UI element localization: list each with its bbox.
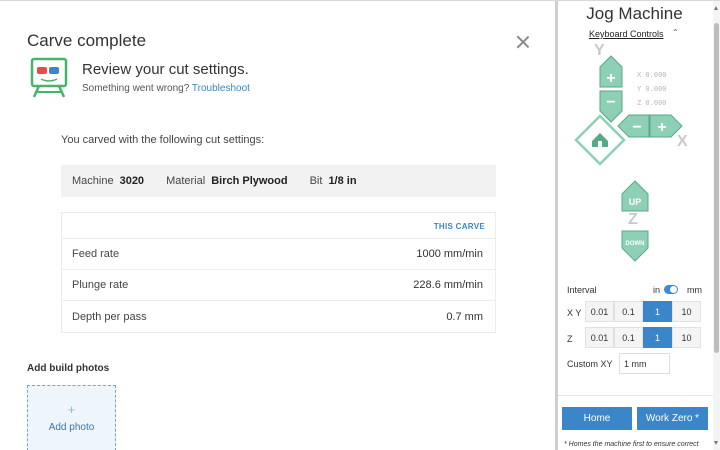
bit-label: Bit — [309, 175, 323, 187]
table-row: Depth per pass 0.7 mm — [62, 301, 495, 332]
jog-x-minus-button[interactable]: − — [617, 114, 650, 138]
machine-label: Machine — [72, 175, 114, 187]
troubleshoot-row: Something went wrong? Troubleshoot — [82, 83, 250, 94]
xy-step-selector: 0.01 0.1 1 10 — [585, 301, 701, 322]
row-value: 0.7 mm — [446, 310, 483, 323]
jog-z-up-button[interactable]: UP — [621, 180, 649, 212]
cut-settings-summary: Machine 3020 Material Birch Plywood Bit … — [61, 165, 496, 197]
z-step-selector: 0.01 0.1 1 10 — [585, 327, 701, 348]
easel-icon — [30, 57, 68, 98]
jog-z-down-button[interactable]: DOWN — [621, 230, 649, 262]
row-value: 228.6 mm/min — [413, 279, 483, 291]
z-down-label: DOWN — [626, 241, 645, 247]
table-row: Plunge rate 228.6 mm/min — [62, 270, 495, 301]
z-step-option[interactable]: 10 — [672, 327, 701, 348]
material-label: Material — [166, 175, 206, 187]
xy-step-label: X Y — [567, 308, 582, 318]
app-window: Carve complete Review your cut settings.… — [0, 0, 720, 450]
carved-text: You carved with the following cut settin… — [61, 134, 265, 146]
review-title: Review your cut settings. — [82, 61, 249, 78]
table-header-this-carve: THIS CARVE — [62, 213, 495, 239]
bit-value: 1/8 in — [328, 175, 357, 187]
home-note: * Homes the machine first to ensure corr… — [564, 441, 699, 448]
z-step-option[interactable]: 0.1 — [614, 327, 643, 348]
row-label: Depth per pass — [72, 310, 147, 323]
row-label: Feed rate — [72, 248, 120, 260]
row-label: Plunge rate — [72, 279, 129, 291]
interval-label: Interval — [567, 285, 597, 295]
scroll-down-icon[interactable] — [714, 441, 718, 445]
close-icon[interactable] — [515, 34, 531, 50]
machine-value: 3020 — [119, 175, 145, 187]
plus-icon: + — [606, 70, 615, 87]
interval-row: Interval in mm — [567, 285, 707, 295]
xy-step-option[interactable]: 0.1 — [614, 301, 643, 322]
jog-y-minus-button[interactable]: − — [599, 90, 623, 123]
wrong-text: Something went wrong? — [82, 83, 190, 94]
custom-xy-input[interactable] — [619, 353, 670, 374]
jog-pad: + − − + UP DOWN — [574, 55, 683, 262]
minus-icon: − — [632, 119, 641, 136]
jog-home-button[interactable] — [574, 114, 626, 166]
jog-y-plus-button[interactable]: + — [599, 55, 623, 88]
scrollbar[interactable] — [713, 1, 720, 450]
work-zero-button[interactable]: Work Zero * — [637, 407, 708, 430]
unit-toggle[interactable] — [664, 285, 678, 294]
scrollbar-thumb[interactable] — [714, 23, 719, 353]
add-photo-button[interactable]: + Add photo — [27, 385, 116, 450]
home-button[interactable]: Home — [562, 407, 632, 430]
troubleshoot-link[interactable]: Troubleshoot — [192, 83, 250, 94]
minus-icon: − — [606, 94, 615, 111]
scroll-up-icon[interactable] — [714, 6, 718, 10]
unit-in-label: in — [653, 285, 661, 295]
z-step-label: Z — [567, 334, 573, 344]
xy-step-option-selected[interactable]: 1 — [643, 301, 672, 322]
xy-step-option[interactable]: 0.01 — [585, 301, 614, 322]
plus-icon: + — [67, 402, 76, 417]
build-photos-title: Add build photos — [27, 363, 110, 374]
material-value: Birch Plywood — [211, 175, 288, 187]
row-value: 1000 mm/min — [416, 248, 483, 260]
custom-xy-label: Custom XY — [567, 359, 613, 369]
table-row: Feed rate 1000 mm/min — [62, 239, 495, 270]
modal-title: Carve complete — [27, 31, 147, 50]
z-step-option[interactable]: 0.01 — [585, 327, 614, 348]
z-up-label: UP — [629, 197, 642, 207]
divider — [558, 395, 713, 396]
carve-complete-modal: Carve complete Review your cut settings.… — [0, 1, 555, 450]
cut-settings-table: THIS CARVE Feed rate 1000 mm/min Plunge … — [61, 212, 496, 333]
z-step-option-selected[interactable]: 1 — [643, 327, 672, 348]
jog-machine-panel: Jog Machine Keyboard Controls ⌃ Y X Z X … — [558, 1, 713, 450]
unit-mm-label: mm — [687, 285, 702, 295]
jog-x-plus-button[interactable]: + — [649, 114, 683, 138]
add-photo-label: Add photo — [48, 422, 95, 433]
plus-icon: + — [657, 119, 666, 136]
xy-step-option[interactable]: 10 — [672, 301, 701, 322]
